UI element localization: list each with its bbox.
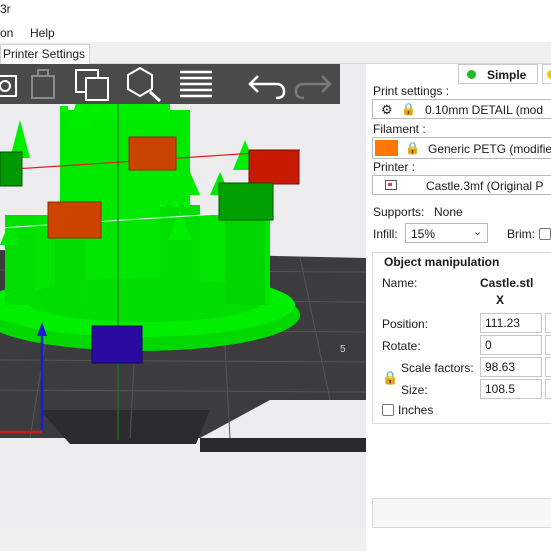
- size-y-field[interactable]: [545, 379, 551, 399]
- printer-label: Printer :: [373, 160, 416, 174]
- mode-simple-dot: [467, 70, 476, 79]
- filament-value: Generic PETG (modifie: [428, 142, 551, 156]
- inches-checkbox[interactable]: [382, 404, 394, 416]
- lock-icon: 🔒: [405, 141, 420, 155]
- right-sidebar: Simple Print settings : ⚙ 🔒 0.10mm DETAI…: [366, 64, 551, 551]
- arrange-icon[interactable]: [72, 66, 112, 102]
- search-icon[interactable]: [124, 66, 164, 102]
- action-button-area[interactable]: [372, 498, 551, 528]
- mode-advanced-button[interactable]: [542, 64, 551, 84]
- bed-label: 5: [340, 344, 346, 355]
- mode-simple-button[interactable]: Simple: [458, 64, 538, 84]
- position-label: Position:: [382, 317, 429, 331]
- bed-edge: [200, 438, 366, 452]
- menu-bar: on Help: [0, 22, 551, 42]
- delete-icon[interactable]: [22, 66, 62, 102]
- rotate-label: Rotate:: [382, 339, 421, 353]
- print-settings-value: 0.10mm DETAIL (mod: [425, 103, 544, 117]
- position-y-field[interactable]: [545, 313, 551, 333]
- scale-marker-orange-top: [128, 136, 177, 171]
- supports-value[interactable]: None: [434, 205, 463, 219]
- printer-icon: [385, 180, 397, 190]
- bed-base: [40, 410, 210, 444]
- size-x-field[interactable]: 108.5: [480, 379, 542, 399]
- tab-strip: Printer Settings: [0, 42, 551, 64]
- scale-marker-green-left: [0, 151, 23, 187]
- scene-canvas[interactable]: 5: [0, 64, 366, 528]
- scale-y-field[interactable]: [545, 357, 551, 377]
- brim-checkbox[interactable]: [539, 228, 551, 240]
- print-settings-combo[interactable]: ⚙ 🔒 0.10mm DETAIL (mod: [372, 99, 551, 119]
- menu-item-configuration[interactable]: on: [0, 26, 13, 40]
- object-manipulation-panel: Object manipulation Name: Castle.stl X P…: [372, 252, 551, 424]
- rotate-y-field[interactable]: [545, 335, 551, 355]
- gear-icon: ⚙: [381, 102, 393, 117]
- name-label: Name:: [382, 276, 418, 290]
- size-label: Size:: [401, 383, 428, 397]
- menu-item-help[interactable]: Help: [30, 26, 55, 40]
- axis-x-header: X: [496, 293, 505, 307]
- filament-combo[interactable]: 🔒 Generic PETG (modifie: [372, 137, 551, 159]
- undo-icon[interactable]: [246, 66, 286, 102]
- object-manipulation-title: Object manipulation: [384, 255, 500, 269]
- redo-icon[interactable]: [294, 66, 334, 102]
- 3d-viewport[interactable]: 5: [0, 64, 366, 528]
- infill-label: Infill:: [373, 227, 398, 241]
- app-title: 3r: [0, 2, 11, 16]
- scale-marker-green-right: [218, 182, 274, 221]
- brim-label: Brim:: [507, 227, 535, 241]
- print-settings-label: Print settings :: [373, 84, 450, 98]
- title-bar: 3r: [0, 0, 551, 22]
- scale-lock-icon[interactable]: 🔒: [382, 370, 398, 386]
- chevron-down-icon: ⌄: [473, 226, 483, 238]
- filament-color-swatch: [375, 140, 398, 156]
- mode-advanced-dot: [547, 70, 551, 79]
- printer-combo[interactable]: Castle.3mf (Original P: [372, 175, 551, 195]
- position-x-field[interactable]: 111.23: [480, 313, 542, 333]
- mode-simple-label: Simple: [487, 68, 527, 82]
- lock-icon: 🔒: [401, 102, 416, 116]
- tab-printer-settings[interactable]: Printer Settings: [0, 44, 91, 64]
- rotate-x-field[interactable]: 0: [480, 335, 542, 355]
- scale-marker-blue: [91, 325, 143, 364]
- filament-label: Filament :: [373, 122, 426, 136]
- layers-icon[interactable]: [176, 66, 216, 102]
- scale-x-field[interactable]: 98.63: [480, 357, 542, 377]
- supports-label: Supports:: [373, 205, 425, 219]
- printer-value: Castle.3mf (Original P: [426, 179, 544, 193]
- viewport-toolbar: [0, 64, 340, 104]
- object-name: Castle.stl: [480, 276, 534, 290]
- scale-marker-red: [248, 149, 300, 185]
- scale-factors-label: Scale factors:: [401, 361, 474, 375]
- infill-combo[interactable]: 15% ⌄: [405, 223, 488, 243]
- status-bar: [0, 528, 366, 551]
- scale-marker-orange-left: [47, 201, 102, 239]
- infill-value: 15%: [411, 227, 436, 241]
- inches-label: Inches: [398, 403, 434, 417]
